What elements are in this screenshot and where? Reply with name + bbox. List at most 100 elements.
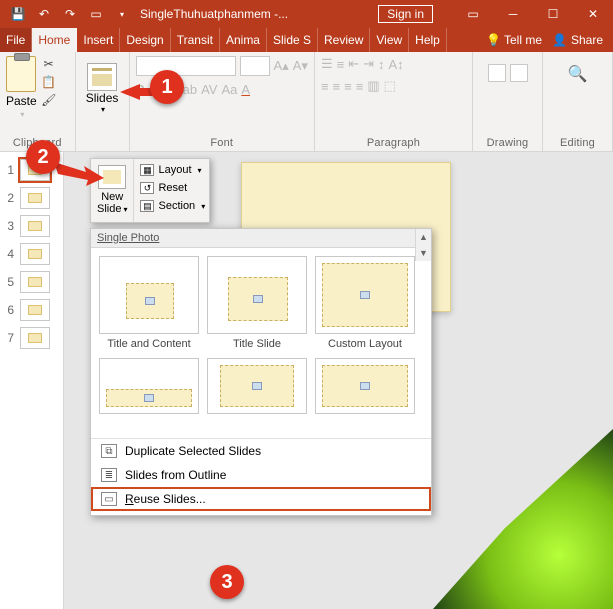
- smartart-icon[interactable]: ⬚: [384, 78, 396, 94]
- section-button[interactable]: ▤Section▾: [136, 197, 209, 215]
- layout-option-4[interactable]: [99, 358, 199, 432]
- slide-icon: [87, 63, 117, 91]
- minimize-icon[interactable]: ─: [493, 0, 533, 28]
- tab-design[interactable]: Design: [120, 28, 170, 52]
- share-button[interactable]: 👤 Share: [552, 33, 603, 47]
- font-name-combo[interactable]: [136, 56, 236, 76]
- annotation-badge-1: 1: [150, 70, 184, 104]
- tab-slideshow[interactable]: Slide S: [267, 28, 318, 52]
- indent-inc-icon[interactable]: ⇥: [363, 56, 374, 72]
- tab-animations[interactable]: Anima: [220, 28, 267, 52]
- document-title: SingleThuhuatphanmem -...: [140, 7, 288, 21]
- increase-font-icon[interactable]: A▴: [274, 58, 289, 74]
- bullets-icon[interactable]: ☰: [321, 56, 333, 72]
- new-slide-label: NewSlide▾: [97, 191, 127, 216]
- reuse-label: Reuse Slides...: [125, 492, 206, 506]
- scroll-up-icon[interactable]: ▲: [416, 229, 431, 245]
- undo-icon[interactable]: ↶: [32, 2, 56, 26]
- tab-review[interactable]: Review: [318, 28, 370, 52]
- copy-icon[interactable]: 📋: [41, 74, 57, 90]
- layout-title-slide[interactable]: Title Slide: [207, 256, 307, 352]
- cut-icon[interactable]: ✂: [41, 56, 57, 72]
- chevron-down-icon: ▾: [101, 105, 105, 114]
- titlebar: 💾 ↶ ↷ ▭ ▾ SingleThuhuatphanmem -... Sign…: [0, 0, 613, 28]
- thumb-7[interactable]: 7: [0, 324, 63, 352]
- layout-option-5[interactable]: [207, 358, 307, 432]
- group-paragraph: ☰ ≡ ⇤ ⇥ ↕ A↕ ≡ ≡ ≡ ≡ ▥ ⬚ Paragraph: [315, 52, 473, 151]
- tab-help[interactable]: Help: [409, 28, 447, 52]
- qat-more-icon[interactable]: ▾: [110, 2, 134, 26]
- redo-icon[interactable]: ↷: [58, 2, 82, 26]
- window-controls: ▭ ─ ☐ ✕: [453, 0, 613, 28]
- tab-home[interactable]: Home: [32, 28, 77, 52]
- align-right-icon[interactable]: ≡: [344, 79, 352, 94]
- annotation-badge-2: 2: [26, 140, 60, 174]
- tab-transitions[interactable]: Transit: [171, 28, 220, 52]
- editing-group-label: Editing: [549, 137, 606, 149]
- font-size-combo[interactable]: [240, 56, 270, 76]
- duplicate-icon: ⧉: [101, 444, 117, 458]
- drawing-group-label: Drawing: [479, 137, 536, 149]
- arrange-icon[interactable]: [510, 64, 528, 82]
- ribbon-options-icon[interactable]: ▭: [453, 0, 493, 28]
- ribbon: Paste ▾ ✂ 📋 🖌 Clipboard Slides ▾: [0, 52, 613, 152]
- find-icon[interactable]: 🔍: [568, 64, 588, 84]
- shadow-icon[interactable]: ab: [183, 82, 197, 97]
- start-from-beginning-icon[interactable]: ▭: [84, 2, 108, 26]
- tell-me-button[interactable]: 💡 Tell me: [486, 33, 542, 47]
- outline-icon: ≣: [101, 468, 117, 482]
- font-color-icon[interactable]: A: [241, 82, 250, 97]
- justify-icon[interactable]: ≡: [356, 79, 364, 94]
- maximize-icon[interactable]: ☐: [533, 0, 573, 28]
- new-slide-gallery: ▲ ▼ Single Photo Title and Content Title…: [90, 228, 432, 516]
- reset-icon: ↺: [140, 182, 154, 194]
- chevron-down-icon: ▾: [20, 110, 24, 119]
- layout-title-and-content[interactable]: Title and Content: [99, 256, 199, 352]
- sign-in-button[interactable]: Sign in: [378, 5, 433, 23]
- thumb-preview: [20, 243, 50, 265]
- layout-option-6[interactable]: [315, 358, 415, 432]
- quick-access-toolbar: 💾 ↶ ↷ ▭ ▾: [0, 2, 134, 26]
- group-editing: 🔍 Editing: [543, 52, 613, 151]
- layout-custom-layout[interactable]: Custom Layout: [315, 256, 415, 352]
- tab-view[interactable]: View: [370, 28, 409, 52]
- line-spacing-icon[interactable]: ↕: [378, 57, 385, 72]
- close-icon[interactable]: ✕: [573, 0, 613, 28]
- thumb-preview: [20, 215, 50, 237]
- decrease-font-icon[interactable]: A▾: [293, 58, 308, 74]
- thumb-preview: [20, 299, 50, 321]
- thumb-3[interactable]: 3: [0, 212, 63, 240]
- slide-thumbnail-panel: 1 2 3 4 5 6 7: [0, 152, 64, 609]
- align-left-icon[interactable]: ≡: [321, 79, 329, 94]
- change-case-icon[interactable]: Aa: [221, 82, 237, 97]
- duplicate-label: Duplicate Selected Slides: [125, 444, 261, 458]
- slides-split-button[interactable]: Slides ▾: [81, 58, 124, 119]
- group-drawing: Drawing: [473, 52, 543, 151]
- reuse-slides-item[interactable]: ▭ Reuse Slides...: [91, 487, 431, 511]
- thumb-2[interactable]: 2: [0, 184, 63, 212]
- thumb-6[interactable]: 6: [0, 296, 63, 324]
- slides-from-outline-item[interactable]: ≣ Slides from Outline: [91, 463, 431, 487]
- paste-button[interactable]: Paste ▾: [6, 56, 37, 119]
- slides-dropdown: NewSlide▾ ▦Layout▾ ↺Reset ▤Section▾: [90, 158, 210, 223]
- outline-label: Slides from Outline: [125, 468, 226, 482]
- layout-button[interactable]: ▦Layout▾: [136, 161, 209, 179]
- reset-button[interactable]: ↺Reset: [136, 179, 209, 197]
- text-direction-icon[interactable]: A↕: [389, 57, 404, 72]
- gallery-scrollbar: ▲ ▼: [415, 229, 431, 261]
- shapes-icon[interactable]: [488, 64, 506, 82]
- indent-dec-icon[interactable]: ⇤: [348, 56, 359, 72]
- thumb-5[interactable]: 5: [0, 268, 63, 296]
- numbering-icon[interactable]: ≡: [337, 57, 345, 72]
- thumb-4[interactable]: 4: [0, 240, 63, 268]
- tab-file[interactable]: File: [0, 28, 32, 52]
- duplicate-slides-item[interactable]: ⧉ Duplicate Selected Slides: [91, 439, 431, 463]
- char-spacing-icon[interactable]: AV: [201, 82, 217, 97]
- paste-label: Paste: [6, 94, 37, 108]
- tab-insert[interactable]: Insert: [77, 28, 120, 52]
- format-painter-icon[interactable]: 🖌: [41, 92, 57, 108]
- scroll-down-icon[interactable]: ▼: [416, 245, 431, 261]
- align-center-icon[interactable]: ≡: [333, 79, 341, 94]
- columns-icon[interactable]: ▥: [367, 78, 379, 94]
- save-icon[interactable]: 💾: [6, 2, 30, 26]
